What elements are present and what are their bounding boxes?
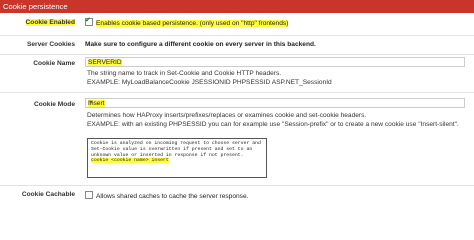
cookie-name-example: EXAMPLE: MyLoadBalanceCookie JSESSIONID … bbox=[87, 79, 332, 86]
cookie-cachable-checkbox[interactable] bbox=[85, 191, 93, 199]
cookie-enabled-row: Cookie Enabled Enables cookie based pers… bbox=[0, 13, 474, 35]
cookie-enabled-checkbox[interactable] bbox=[85, 16, 93, 26]
cookie-mode-info-box: Cookie is analyzed on incoming request t… bbox=[87, 138, 267, 178]
server-cookies-text: Make sure to configure a different cooki… bbox=[85, 41, 316, 48]
cookie-mode-label: Cookie Mode bbox=[33, 101, 75, 108]
cookie-enabled-label: Cookie Enabled bbox=[25, 19, 75, 26]
section-title: Cookie persistence bbox=[0, 0, 474, 13]
cookie-mode-example: EXAMPLE: with an existing PHPSESSID you … bbox=[87, 121, 459, 128]
cookie-cachable-label: Cookie Cachable bbox=[21, 191, 75, 198]
divider bbox=[0, 54, 474, 55]
cookie-name-input[interactable]: SERVERID bbox=[85, 57, 465, 67]
info-line: Set-Cookie value is overwritten if prese… bbox=[91, 146, 253, 152]
info-line-directive: cookie <cookie name> insert bbox=[91, 158, 169, 164]
cookie-cachable-text: Allows shared caches to cache the server… bbox=[96, 193, 249, 200]
cookie-mode-select[interactable]: Insert ▼ bbox=[85, 98, 465, 108]
divider bbox=[0, 92, 474, 93]
cookie-name-value: SERVERID bbox=[88, 59, 122, 66]
info-line: Cookie is analyzed on incoming request t… bbox=[91, 141, 261, 146]
cookie-name-help: The string name to track in Set-Cookie a… bbox=[87, 70, 282, 77]
divider bbox=[0, 185, 474, 186]
cookie-name-label: Cookie Name bbox=[33, 60, 75, 67]
chevron-down-icon: ▼ bbox=[88, 100, 94, 106]
server-cookies-label: Server Cookies bbox=[26, 41, 75, 48]
server-cookies-row: Server Cookies Make sure to configure a … bbox=[0, 36, 474, 54]
cookie-mode-help: Determines how HAProxy inserts/prefixes/… bbox=[87, 112, 367, 119]
cookie-enabled-text: Enables cookie based persistence. (only … bbox=[96, 20, 289, 27]
